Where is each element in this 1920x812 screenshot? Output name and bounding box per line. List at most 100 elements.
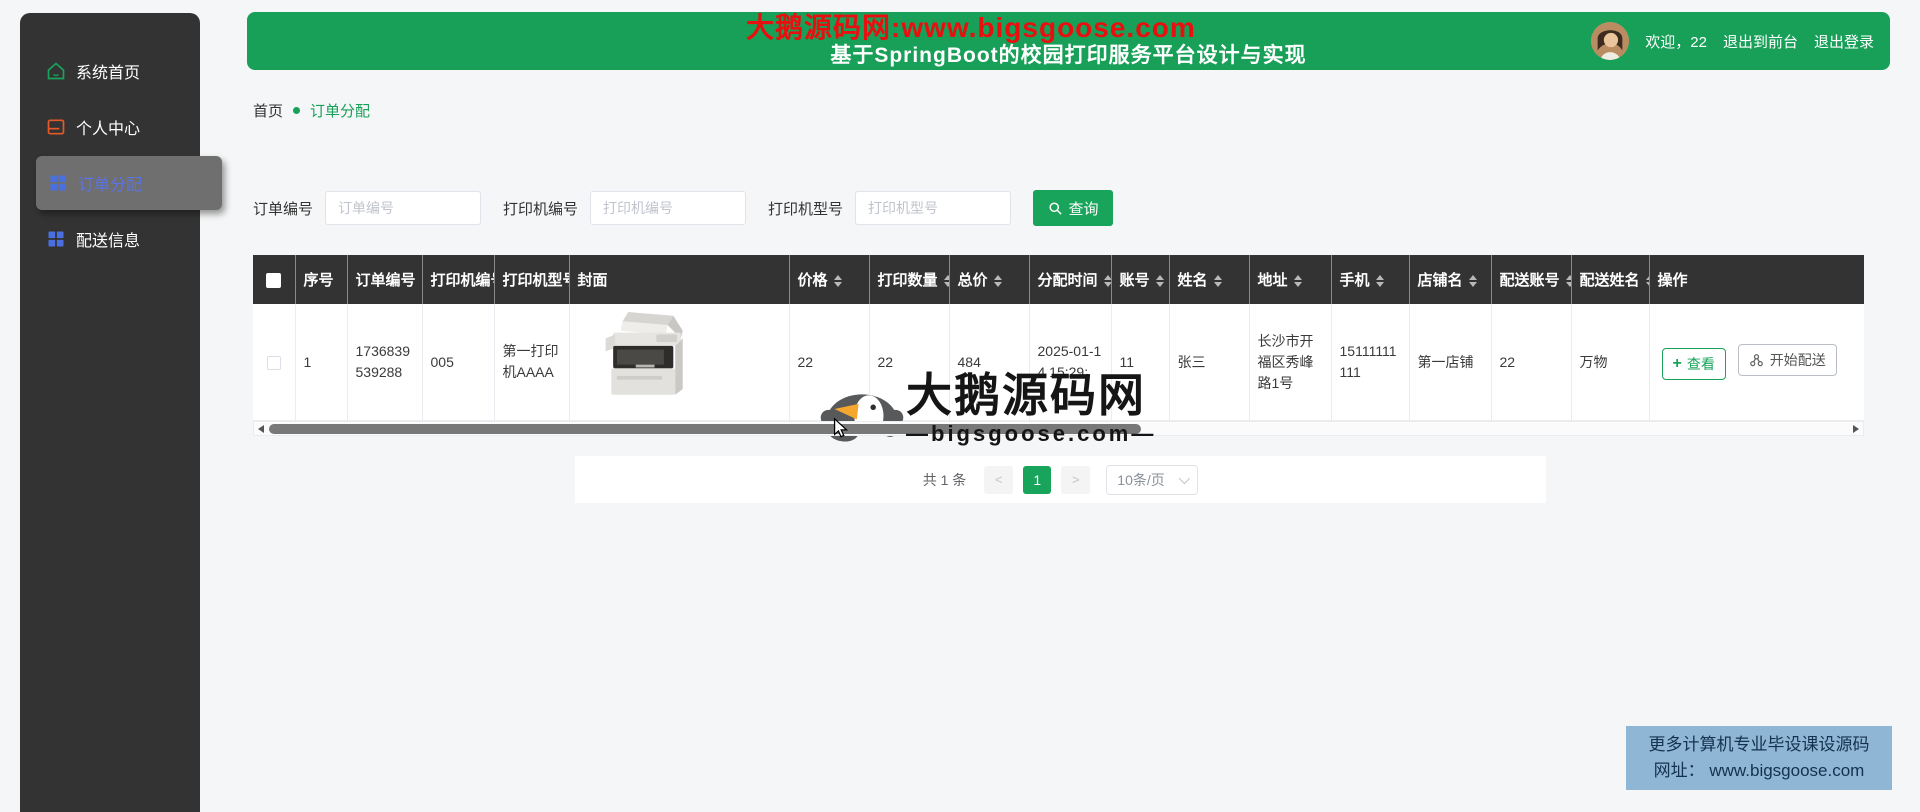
col-assign-time[interactable]: 分配时间 bbox=[1029, 255, 1112, 304]
printer-no-input[interactable] bbox=[590, 191, 747, 225]
profile-icon bbox=[46, 117, 66, 137]
col-address[interactable]: 地址 bbox=[1249, 255, 1332, 304]
grid-icon bbox=[46, 229, 66, 249]
cell-index: 1 bbox=[295, 304, 348, 421]
col-delivery-account[interactable]: 配送账号 bbox=[1491, 255, 1572, 304]
search-bar: 订单编号 打印机编号 打印机型号 查询 bbox=[253, 190, 1114, 226]
breadcrumb-dot-icon bbox=[293, 107, 301, 114]
order-no-label: 订单编号 bbox=[253, 200, 314, 218]
cell-cover bbox=[569, 304, 790, 421]
watermark-top-red: 大鹅源码网:www.bigsgoose.com bbox=[746, 12, 1196, 43]
sidebar-item-label: 个人中心 bbox=[76, 121, 141, 138]
breadcrumb-current: 订单分配 bbox=[310, 103, 371, 120]
table-header-row: 序号 订单编号 打印机编号 打印机型号 封面 价格 打印数量 总价 分配时间 账… bbox=[253, 255, 1864, 304]
cell-actions: + 查看 开始配送 bbox=[1649, 304, 1864, 421]
chevron-down-icon bbox=[1179, 472, 1191, 484]
sidebar-item-profile[interactable]: 个人中心 bbox=[20, 99, 200, 155]
query-button[interactable]: 查询 bbox=[1033, 190, 1114, 226]
plus-icon: + bbox=[1672, 354, 1682, 372]
col-delivery-name[interactable]: 配送姓名 bbox=[1571, 255, 1650, 304]
cell-address: 长沙市开福区秀峰路1号 bbox=[1249, 304, 1332, 421]
printer-no-label: 打印机编号 bbox=[503, 200, 579, 218]
sidebar-item-label: 配送信息 bbox=[76, 233, 141, 250]
total-count: 共 1 条 bbox=[922, 471, 967, 488]
col-index: 序号 bbox=[295, 255, 348, 304]
goose-logo bbox=[820, 394, 904, 442]
select-all-header bbox=[253, 255, 296, 304]
sidebar-item-delivery-info[interactable]: 配送信息 bbox=[20, 211, 200, 267]
sidebar-item-label: 系统首页 bbox=[76, 65, 141, 82]
sidebar-item-system-home[interactable]: 系统首页 bbox=[20, 43, 200, 99]
sidebar-item-order-assign[interactable]: 订单分配 bbox=[36, 156, 222, 210]
sort-caret-icon[interactable] bbox=[1213, 275, 1222, 288]
sort-caret-icon[interactable] bbox=[833, 275, 842, 288]
sidebar-menu: 系统首页 个人中心 订单分配 配送信息 bbox=[20, 13, 222, 267]
scroll-right-icon[interactable] bbox=[1853, 425, 1859, 433]
pagination-bar: 共 1 条 < 1 > 10条/页 bbox=[575, 456, 1546, 503]
sort-caret-icon[interactable] bbox=[1103, 275, 1110, 288]
watermark-subtitle: —bigsgoose.com— bbox=[906, 421, 1157, 446]
order-no-input[interactable] bbox=[325, 191, 482, 225]
row-select-cell bbox=[253, 304, 296, 421]
col-name[interactable]: 姓名 bbox=[1169, 255, 1250, 304]
sort-caret-icon[interactable] bbox=[943, 275, 948, 288]
printer-model-label: 打印机型号 bbox=[768, 200, 844, 218]
logout-link[interactable]: 退出登录 bbox=[1814, 31, 1874, 52]
avatar[interactable] bbox=[1591, 22, 1630, 60]
printer-photo bbox=[605, 312, 683, 395]
sort-caret-icon[interactable] bbox=[1645, 275, 1648, 288]
cell-phone: 15111111111 bbox=[1331, 304, 1410, 421]
sort-caret-icon[interactable] bbox=[1375, 275, 1384, 288]
center-watermark: 大鹅源码网 —bigsgoose.com— bbox=[906, 372, 1156, 447]
breadcrumb-home[interactable]: 首页 bbox=[253, 100, 283, 121]
col-printer-no[interactable]: 打印机编号 bbox=[422, 255, 495, 304]
user-area: 欢迎，22 退出到前台 退出登录 bbox=[1591, 12, 1874, 70]
cell-delivery-name: 万物 bbox=[1571, 304, 1650, 421]
sort-caret-icon[interactable] bbox=[1468, 275, 1477, 288]
col-phone[interactable]: 手机 bbox=[1331, 255, 1410, 304]
row-checkbox[interactable] bbox=[266, 355, 281, 370]
corner-ad-box: 更多计算机专业毕设课设源码 网址： www.bigsgoose.com bbox=[1626, 726, 1892, 790]
col-price[interactable]: 价格 bbox=[789, 255, 870, 304]
corner-ad-line2: 网址： www.bigsgoose.com bbox=[1653, 761, 1865, 780]
breadcrumb: 首页 订单分配 bbox=[253, 100, 370, 121]
cell-delivery-account: 22 bbox=[1491, 304, 1572, 421]
col-print-count[interactable]: 打印数量 bbox=[869, 255, 950, 304]
mouse-cursor-icon bbox=[833, 417, 849, 438]
corner-ad-line1: 更多计算机专业毕设课设源码 bbox=[1648, 734, 1870, 754]
search-icon bbox=[1048, 201, 1062, 215]
sort-caret-icon[interactable] bbox=[1565, 275, 1570, 288]
sidebar: 系统首页 个人中心 订单分配 配送信息 bbox=[20, 13, 222, 812]
delivery-nodes-icon bbox=[1749, 353, 1763, 367]
col-account[interactable]: 账号 bbox=[1111, 255, 1170, 304]
cell-order-no: 1736839539288 bbox=[347, 304, 423, 421]
cell-printer-model: 第一打印机AAAA bbox=[494, 304, 570, 421]
prev-page-button[interactable]: < bbox=[984, 465, 1014, 494]
col-actions: 操作 bbox=[1649, 255, 1864, 304]
sort-caret-icon[interactable] bbox=[1155, 275, 1164, 288]
start-delivery-button[interactable]: 开始配送 bbox=[1737, 344, 1837, 377]
cell-name: 张三 bbox=[1169, 304, 1250, 421]
app-window: 系统首页 个人中心 订单分配 配送信息 基于SpringBoot的校园打印服务平… bbox=[0, 0, 1920, 812]
select-all-checkbox[interactable] bbox=[266, 272, 282, 288]
printer-model-input[interactable] bbox=[855, 191, 1012, 225]
col-order-no[interactable]: 订单编号 bbox=[347, 255, 423, 304]
home-icon bbox=[46, 61, 66, 81]
scroll-left-icon[interactable] bbox=[258, 425, 264, 433]
sort-caret-icon[interactable] bbox=[1293, 275, 1302, 288]
sort-caret-icon[interactable] bbox=[993, 275, 1002, 288]
next-page-button[interactable]: > bbox=[1061, 465, 1091, 494]
grid-icon bbox=[48, 173, 68, 193]
watermark-title: 大鹅源码网 bbox=[906, 369, 1146, 421]
col-shop[interactable]: 店铺名 bbox=[1409, 255, 1492, 304]
current-page-button[interactable]: 1 bbox=[1023, 465, 1052, 494]
cell-shop: 第一店铺 bbox=[1409, 304, 1492, 421]
col-total-price[interactable]: 总价 bbox=[949, 255, 1030, 304]
cell-printer-no: 005 bbox=[422, 304, 495, 421]
view-button[interactable]: + 查看 bbox=[1661, 347, 1726, 380]
page-size-select[interactable]: 10条/页 bbox=[1106, 464, 1199, 495]
logout-to-front-link[interactable]: 退出到前台 bbox=[1723, 31, 1798, 52]
welcome-text: 欢迎，22 bbox=[1645, 33, 1707, 51]
col-printer-model[interactable]: 打印机型号 bbox=[494, 255, 570, 304]
col-cover: 封面 bbox=[569, 255, 790, 304]
